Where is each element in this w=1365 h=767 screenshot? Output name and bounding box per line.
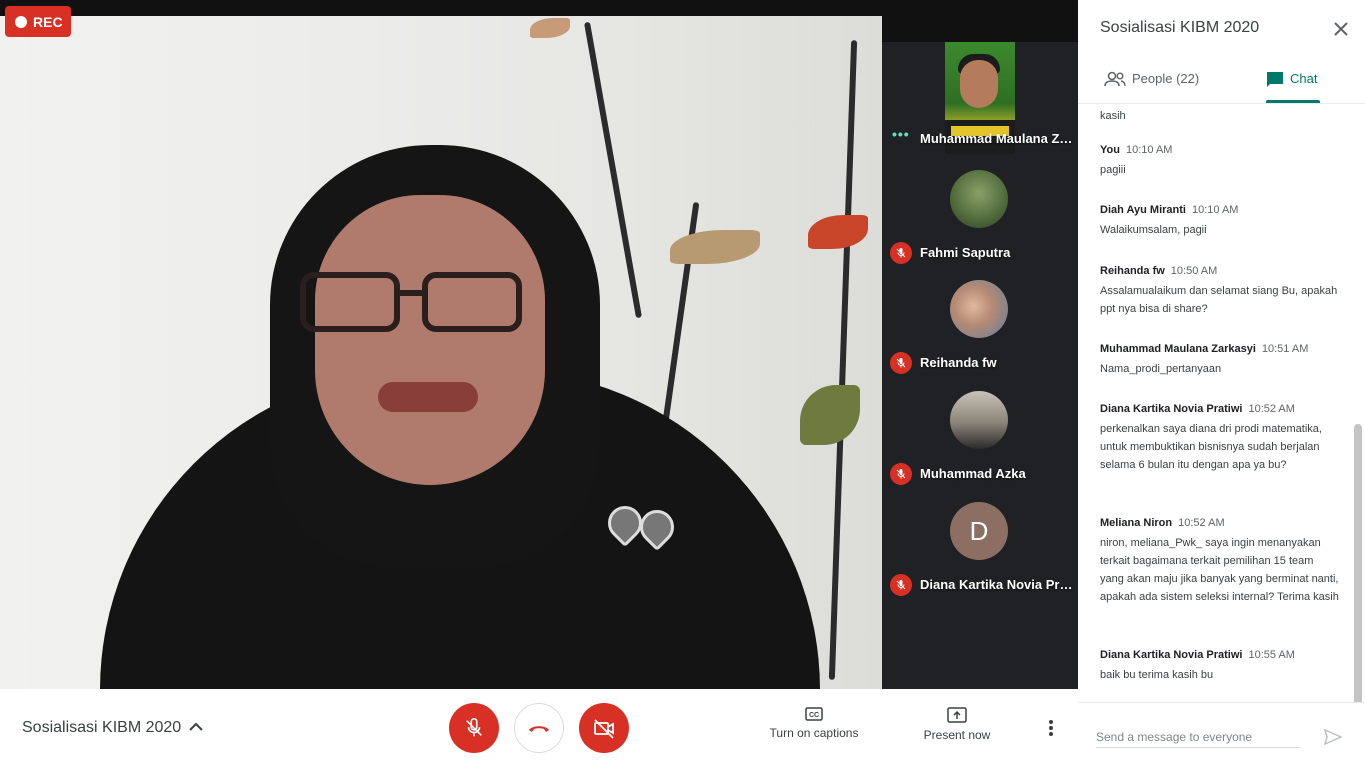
close-icon (1334, 22, 1348, 36)
avatar (950, 391, 1008, 449)
participant-tile[interactable]: ••• Muhammad Maulana Zarkasyi (882, 42, 1078, 154)
message-sender: Meliana Niron (1100, 517, 1173, 529)
message-text: kasih (1100, 110, 1126, 122)
participant-name: Muhammad Azka (920, 466, 1026, 481)
chat-message: Meliana Niron 10:52 AM niron, meliana_Pwk… (1100, 517, 1340, 606)
mic-off-icon (890, 463, 912, 485)
participant-name: Fahmi Saputra (920, 245, 1011, 260)
speaker-glasses (300, 272, 530, 338)
brooch (600, 498, 686, 552)
chat-message-list[interactable]: kasih You 10:10 AM pagiii Diah Ayu Mirant… (1078, 104, 1365, 702)
tab-chat-label: Chat (1290, 71, 1318, 86)
chat-message: Diah Ayu Miranti 10:10 AM Walaikumsalam, … (1100, 204, 1340, 239)
avatar-initial: D (950, 502, 1008, 560)
send-button[interactable] (1322, 726, 1344, 748)
chat-panel: Sosialisasi KIBM 2020 People (22) Chat k… (1078, 0, 1365, 767)
present-label: Present now (923, 728, 991, 742)
chat-icon (1267, 72, 1283, 87)
camera-toggle-button[interactable] (579, 703, 629, 753)
chat-scrollbar[interactable] (1354, 424, 1362, 702)
message-text: pagiii (1100, 164, 1126, 176)
participant-tile[interactable]: Reihanda fw (882, 270, 1078, 378)
speaker-face (315, 195, 545, 485)
speaker-mouth (378, 382, 478, 412)
mic-off-icon (890, 352, 912, 374)
captions-button[interactable]: CC Turn on captions (762, 707, 866, 740)
microphone-toggle-button[interactable] (449, 703, 499, 753)
chat-message-partial: kasih (1100, 104, 1340, 125)
message-sender: Diah Ayu Miranti (1100, 204, 1186, 216)
hang-up-icon (529, 726, 549, 732)
message-sender: Diana Kartika Novia Pratiwi (1100, 649, 1243, 661)
message-time: 10:51 AM (1261, 343, 1309, 355)
more-vert-icon (1049, 720, 1053, 736)
message-time: 10:10 AM (1191, 204, 1239, 216)
participant-name: Reihanda fw (920, 355, 997, 370)
meeting-title[interactable]: Sosialisasi KIBM 2020 (22, 719, 181, 737)
panel-title: Sosialisasi KIBM 2020 (1100, 19, 1260, 36)
chevron-up-icon (189, 722, 203, 731)
present-now-button[interactable]: Present now (916, 707, 998, 742)
message-sender: Muhammad Maulana Zarkasyi (1100, 343, 1256, 355)
chat-message-input[interactable] (1096, 726, 1300, 748)
message-time: 10:52 AM (1248, 403, 1295, 415)
message-sender: Reihanda fw (1100, 265, 1165, 277)
bottom-control-bar: Sosialisasi KIBM 2020 CC Turn on caption… (0, 689, 1078, 767)
message-text: Walaikumsalam, pagii (1100, 224, 1207, 236)
message-text: niron, meliana_Pwk_ saya ingin menanyaka… (1100, 537, 1339, 603)
message-time: 10:10 AM (1125, 144, 1173, 156)
participant-tile[interactable]: Muhammad Azka (882, 381, 1078, 489)
tab-people-label: People (22) (1132, 71, 1200, 86)
message-text: perkenalkan saya diana dri prodi matemat… (1100, 423, 1322, 471)
record-dot-icon (15, 15, 27, 28)
participant-name: Diana Kartika Novia Pratiwi (920, 577, 1076, 592)
message-text: Nama_prodi_pertanyaan (1100, 363, 1222, 375)
tab-chat[interactable]: Chat (1266, 60, 1320, 104)
message-sender: You (1100, 144, 1120, 156)
participant-strip: ••• Muhammad Maulana Zarkasyi Fahmi Sapu… (882, 0, 1078, 689)
tab-people[interactable]: People (22) (1104, 60, 1199, 104)
mic-off-icon (466, 718, 482, 737)
chat-message: Diana Kartika Novia Pratiwi 10:55 AM baik… (1100, 649, 1340, 684)
divider (1078, 702, 1365, 703)
message-text: Assalamualaikum dan selamat siang Bu, ap… (1100, 285, 1338, 315)
avatar (950, 170, 1008, 228)
avatar (950, 280, 1008, 338)
recording-badge: REC (5, 6, 71, 37)
close-panel-button[interactable] (1330, 18, 1352, 40)
participant-name: Muhammad Maulana Zarkasyi (920, 131, 1076, 146)
present-screen-icon (947, 707, 967, 723)
svg-text:CC: CC (809, 712, 819, 719)
send-icon (1324, 729, 1342, 745)
message-text: baik bu terima kasih bu (1100, 669, 1214, 681)
meet-window: REC ••• Muhammad Maulana Zarkasyi Fahmi … (0, 0, 1365, 767)
main-video (0, 0, 882, 689)
participant-tile[interactable]: D Diana Kartika Novia Pratiwi (882, 492, 1078, 600)
captions-label: Turn on captions (769, 726, 859, 740)
closed-captions-icon: CC (805, 707, 823, 721)
chat-message: Muhammad Maulana Zarkasyi 10:51 AM Nama_p… (1100, 343, 1340, 378)
camera-off-icon (594, 719, 614, 739)
message-time: 10:52 AM (1178, 517, 1225, 529)
mic-off-icon (890, 242, 912, 264)
top-strip (0, 0, 882, 16)
message-sender: Diana Kartika Novia Pratiwi (1100, 403, 1243, 415)
message-time: 10:50 AM (1170, 265, 1218, 277)
leave-call-button[interactable] (514, 703, 564, 753)
strip-top (882, 0, 1078, 42)
chat-message: Diana Kartika Novia Pratiwi 10:52 AM perk… (1100, 403, 1340, 474)
chat-message: Reihanda fw 10:50 AM Assalamualaikum dan … (1100, 265, 1340, 318)
meeting-details-button[interactable] (186, 717, 206, 737)
mic-off-icon (890, 574, 912, 596)
recording-label: REC (33, 13, 63, 30)
message-time: 10:55 AM (1248, 649, 1295, 661)
participant-tile[interactable]: Fahmi Saputra (882, 160, 1078, 268)
more-options-button[interactable] (1040, 717, 1062, 739)
people-icon (1104, 71, 1126, 87)
speaking-indicator-icon: ••• (892, 126, 910, 142)
chat-message: You 10:10 AM pagiii (1100, 144, 1340, 179)
